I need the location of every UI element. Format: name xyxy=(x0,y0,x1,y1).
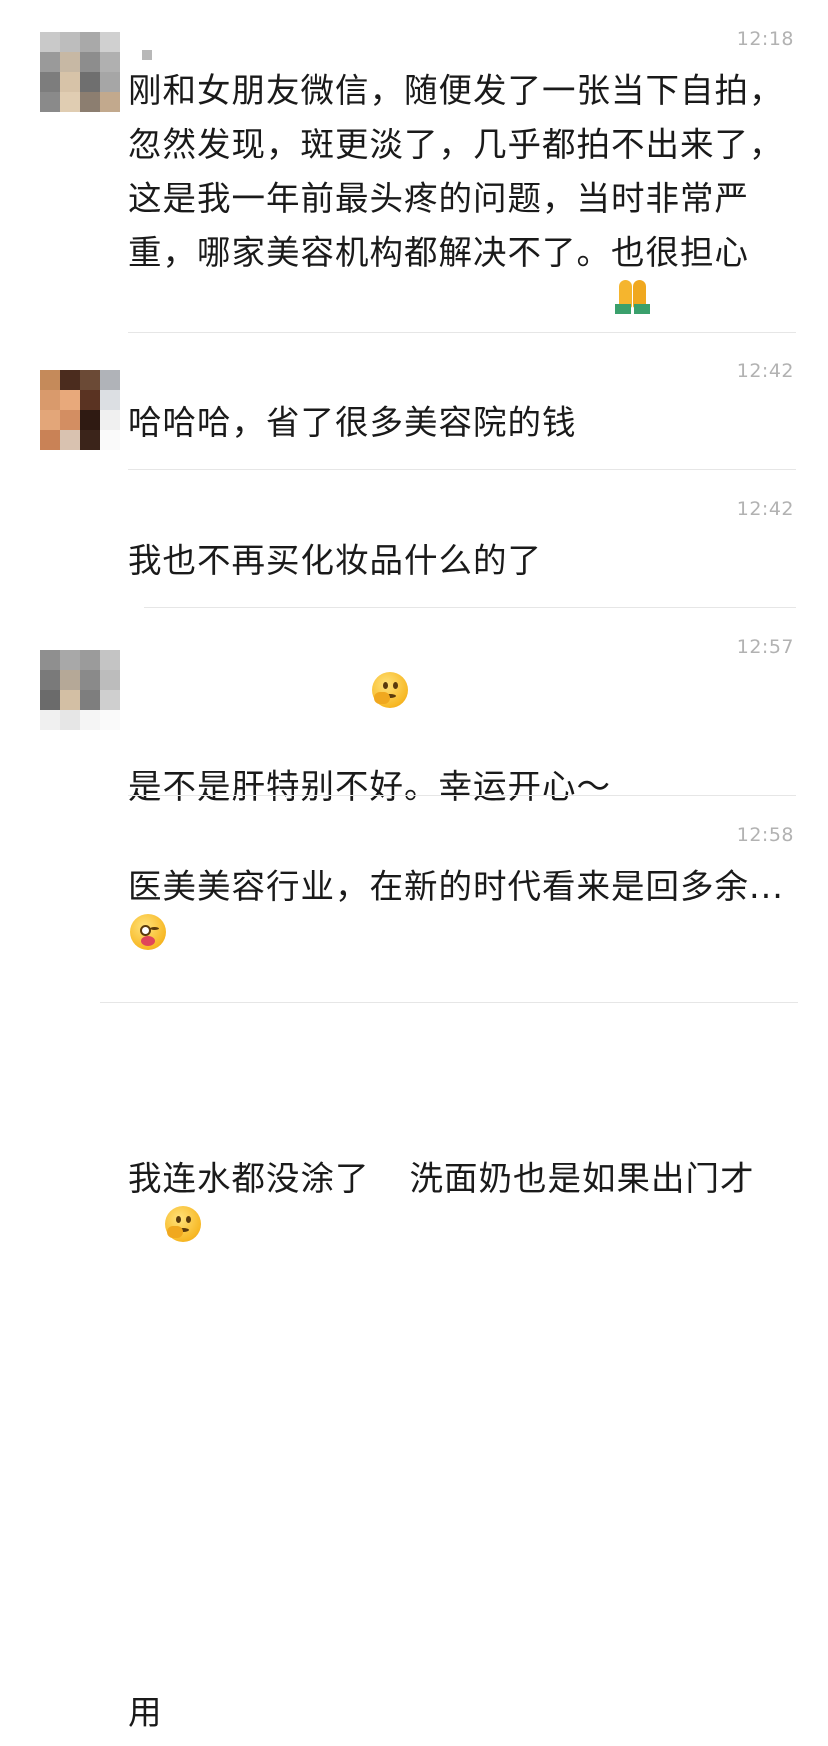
message-divider xyxy=(144,607,796,608)
folded-hands-emoji xyxy=(613,280,653,314)
message-text: 医美美容行业，在新的时代看来是回多余... xyxy=(128,860,800,1340)
message-divider xyxy=(128,795,796,796)
message-text: 哈哈哈，省了很多美容院的钱 xyxy=(128,403,577,442)
timestamp: 12:18 xyxy=(736,28,794,50)
message-text: 我也不再买化妆品什么的了 xyxy=(128,541,542,580)
avatar-blurred[interactable] xyxy=(40,32,120,112)
thinking-face-emoji xyxy=(371,672,408,708)
avatar-blurred[interactable] xyxy=(40,370,120,450)
timestamp: 12:58 xyxy=(736,824,794,846)
timestamp: 12:57 xyxy=(736,636,794,658)
avatar-blurred[interactable] xyxy=(40,650,120,730)
message-text-content: 医美美容行业，在新的时代看来是回多余... xyxy=(128,867,784,906)
message-divider xyxy=(128,469,796,470)
timestamp: 12:42 xyxy=(736,360,794,382)
message-divider xyxy=(100,1002,798,1003)
winking-tongue-emoji xyxy=(130,914,166,950)
message-divider xyxy=(128,332,796,333)
blur-fragment xyxy=(142,50,152,60)
timestamp: 12:42 xyxy=(736,498,794,520)
